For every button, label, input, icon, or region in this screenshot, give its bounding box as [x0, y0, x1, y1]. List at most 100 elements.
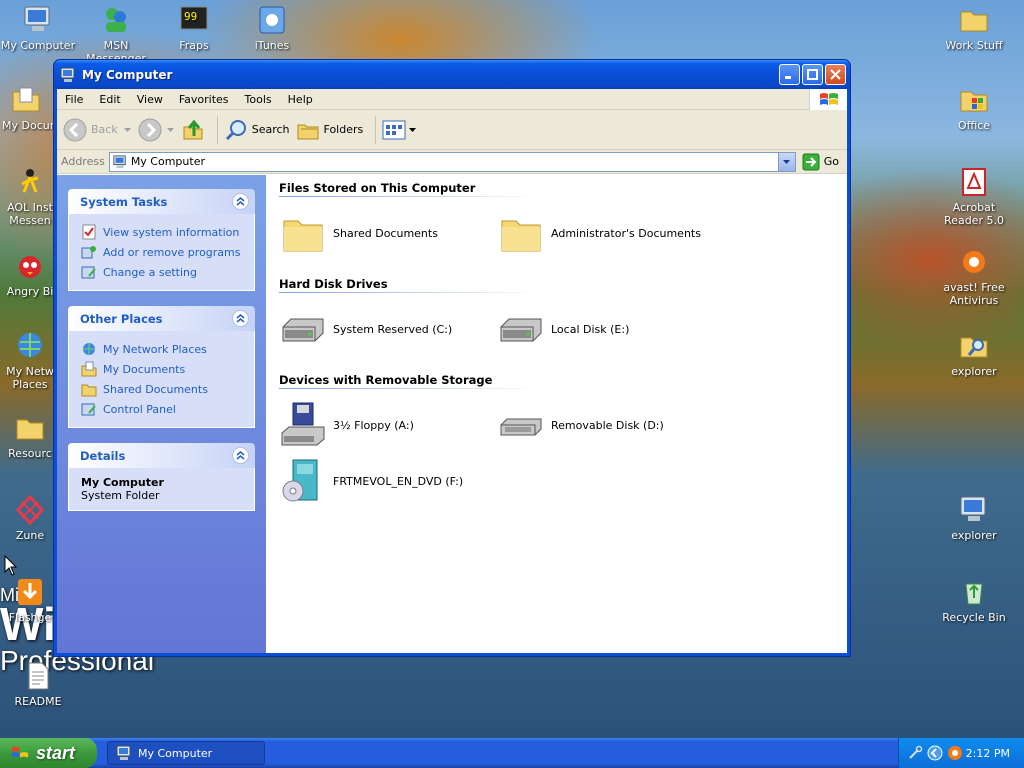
folder-icon	[283, 220, 323, 252]
up-button[interactable]	[181, 118, 205, 142]
address-input[interactable]: My Computer	[108, 151, 796, 172]
system-tasks-header[interactable]: System Tasks	[68, 189, 255, 214]
other-places-header[interactable]: Other Places	[68, 306, 255, 331]
maximize-icon	[807, 69, 818, 80]
task-pane: System Tasks View system information Add…	[57, 175, 266, 653]
window-client: File Edit View Favorites Tools Help Back	[57, 89, 847, 653]
window-title: My Computer	[82, 67, 173, 82]
menu-tools[interactable]: Tools	[237, 93, 280, 106]
minimize-button[interactable]	[779, 64, 800, 85]
link-view-system-information[interactable]: View system information	[81, 222, 246, 242]
details-header[interactable]: Details	[68, 443, 255, 468]
taskbar: start My Computer 2:12 PM	[0, 738, 1024, 768]
my-documents-icon	[12, 87, 40, 112]
desktop-icon-explorer-1[interactable]: explorer	[936, 330, 1012, 378]
details-body: My Computer System Folder	[68, 468, 255, 511]
desktop-icon-work-stuff[interactable]: Work Stuff	[936, 4, 1012, 52]
item-system-reserved-c[interactable]: System Reserved (C:)	[279, 301, 497, 357]
standard-toolbar: Back Search Folders	[57, 110, 847, 150]
address-value: My Computer	[130, 155, 205, 168]
group-title-removable-storage: Devices with Removable Storage	[279, 372, 493, 387]
clock[interactable]: 2:12 PM	[966, 747, 1010, 760]
views-button[interactable]	[382, 119, 417, 141]
hard-disk-icon	[500, 318, 542, 342]
avast-icon	[963, 251, 985, 273]
go-button[interactable]: Go	[802, 153, 839, 171]
link-add-remove-programs[interactable]: Add or remove programs	[81, 242, 246, 262]
title-bar[interactable]: My Computer	[54, 60, 850, 89]
fraps-icon: 99	[180, 6, 208, 30]
my-computer-icon	[24, 6, 50, 31]
recycle-bin-icon	[965, 583, 983, 605]
link-my-network-places[interactable]: My Network Places	[81, 339, 246, 359]
link-change-setting[interactable]: Change a setting	[81, 262, 246, 282]
desktop-icon-readme[interactable]: README	[0, 660, 76, 708]
item-floppy-a[interactable]: 3½ Floppy (A:)	[279, 397, 497, 453]
group-title-files-stored: Files Stored on This Computer	[279, 180, 476, 195]
start-button[interactable]: start	[0, 738, 97, 768]
menu-file[interactable]: File	[57, 93, 91, 106]
desktop-icon-office[interactable]: Office	[936, 84, 1012, 132]
group-hard-disk-drives: System Reserved (C:) Local Disk (E:)	[279, 301, 739, 357]
tools-icon[interactable]	[907, 745, 923, 761]
menu-view[interactable]: View	[129, 93, 171, 106]
desktop-icon-itunes[interactable]: iTunes	[234, 4, 310, 52]
search-button[interactable]: Search	[224, 118, 290, 142]
folder-icon	[960, 11, 988, 32]
address-label: Address	[61, 155, 105, 168]
chevron-left-icon[interactable]	[927, 745, 943, 761]
control-panel-icon	[81, 266, 96, 279]
explorer-icon	[960, 337, 988, 358]
address-dropdown-button[interactable]	[777, 152, 795, 171]
menu-favorites[interactable]: Favorites	[171, 93, 237, 106]
chevron-down-icon	[783, 159, 791, 164]
my-computer-icon	[113, 154, 126, 168]
hard-disk-icon	[282, 318, 324, 342]
taskbar-button-my-computer[interactable]: My Computer	[107, 741, 265, 765]
toolbar-separator	[375, 115, 377, 144]
desktop-icon-my-computer[interactable]: My Computer	[0, 4, 76, 52]
menu-edit[interactable]: Edit	[91, 93, 128, 106]
collapse-chevron-icon[interactable]	[232, 447, 249, 464]
minimize-icon	[785, 76, 791, 79]
control-panel-icon	[81, 403, 96, 416]
details-panel: Details My Computer System Folder	[68, 443, 255, 511]
forward-button[interactable]	[138, 118, 175, 142]
desktop-icon-fraps[interactable]: 99 Fraps	[156, 4, 232, 52]
link-control-panel[interactable]: Control Panel	[81, 399, 246, 419]
up-folder-icon	[183, 119, 203, 139]
removable-disk-icon	[500, 418, 542, 436]
collapse-chevron-icon[interactable]	[232, 310, 249, 327]
item-administrators-documents[interactable]: Administrator's Documents	[497, 205, 715, 261]
maximize-button[interactable]	[802, 64, 823, 85]
msn-icon	[106, 8, 126, 32]
acrobat-icon	[962, 168, 986, 196]
explorer-icon	[960, 496, 986, 521]
collapse-chevron-icon[interactable]	[232, 193, 249, 210]
link-my-documents[interactable]: My Documents	[81, 359, 246, 379]
back-button[interactable]: Back	[63, 118, 132, 142]
close-icon	[830, 69, 841, 80]
chevron-down-icon	[166, 127, 174, 132]
my-computer-window[interactable]: My Computer File Edit View Favorites Too…	[53, 59, 851, 657]
item-shared-documents[interactable]: Shared Documents	[279, 205, 497, 261]
desktop-icon-explorer-2[interactable]: explorer	[936, 494, 1012, 542]
folders-button[interactable]: Folders	[296, 118, 363, 142]
item-dvd-drive-f[interactable]: FRTMEVOL_EN_DVD (F:)	[279, 453, 497, 509]
group-divider	[279, 388, 544, 389]
avast-tray-icon[interactable]	[947, 745, 963, 761]
itunes-icon	[259, 6, 285, 34]
desktop-icon-recycle-bin[interactable]: Recycle Bin	[936, 576, 1012, 624]
address-bar: Address My Computer Go	[57, 150, 847, 174]
folder-icon	[81, 384, 97, 397]
link-shared-documents[interactable]: Shared Documents	[81, 379, 246, 399]
item-removable-disk-d[interactable]: Removable Disk (D:)	[497, 397, 715, 453]
views-icon	[382, 120, 406, 139]
desktop-icon-avast[interactable]: avast! Free Antivirus	[936, 246, 1012, 307]
desktop-icon-acrobat[interactable]: Acrobat Reader 5.0	[936, 166, 1012, 227]
item-local-disk-e[interactable]: Local Disk (E:)	[497, 301, 715, 357]
menu-help[interactable]: Help	[280, 93, 321, 106]
group-divider	[279, 292, 544, 293]
close-button[interactable]	[825, 64, 846, 85]
file-list: Files Stored on This Computer Shared Doc…	[266, 175, 847, 653]
